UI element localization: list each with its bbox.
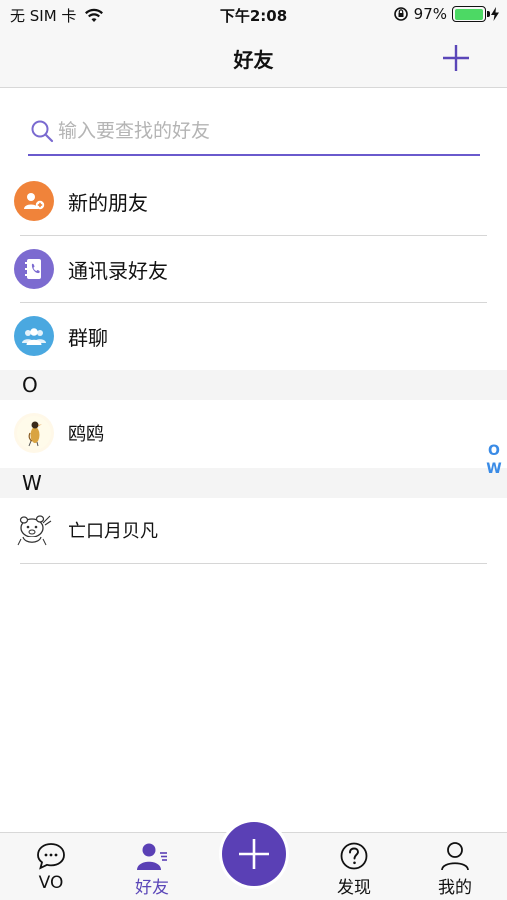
tab-label: VO — [38, 873, 64, 893]
contacts-book-icon — [14, 249, 54, 289]
question-circle-icon — [340, 842, 368, 870]
group-chat-row[interactable]: 群聊 — [0, 303, 507, 369]
search-bar — [28, 108, 480, 156]
divider — [20, 563, 487, 564]
contact-row[interactable]: 亡口月贝凡 — [0, 497, 507, 563]
contact-name: 鸥鸥 — [68, 424, 104, 445]
search-input[interactable] — [58, 120, 458, 142]
section-header-w: W — [0, 468, 507, 498]
plus-icon — [239, 839, 269, 869]
add-user-icon — [14, 181, 54, 221]
friends-icon — [137, 843, 167, 870]
section-header-o: O — [0, 370, 507, 400]
battery-level — [454, 8, 483, 20]
new-friends-row[interactable]: 新的朋友 — [0, 168, 507, 234]
new-friends-label: 新的朋友 — [68, 190, 148, 215]
tab-discover[interactable]: 发现 — [314, 841, 394, 898]
center-add-button[interactable] — [222, 822, 286, 886]
battery-icon — [452, 6, 490, 22]
tab-friends[interactable]: 好友 — [112, 841, 192, 898]
add-friend-plus-icon[interactable] — [441, 43, 471, 73]
group-chat-label: 群聊 — [68, 325, 108, 350]
battery-percent: 97% — [413, 5, 447, 23]
page-title: 好友 — [233, 48, 274, 72]
index-letter-w[interactable]: W — [486, 460, 502, 478]
search-icon — [31, 120, 54, 143]
orientation-lock-icon — [393, 7, 408, 21]
tab-label: 好友 — [135, 878, 169, 898]
chat-bubble-icon — [37, 843, 65, 870]
tab-label: 发现 — [337, 878, 371, 898]
status-bar: 无 SIM 卡 下午2:08 97% — [0, 0, 507, 30]
contacts-friends-label: 通讯录好友 — [68, 258, 168, 283]
person-icon — [441, 842, 469, 871]
group-icon — [14, 316, 54, 356]
nav-bar: 好友 — [0, 30, 507, 88]
status-right: 97% — [393, 5, 499, 23]
contacts-friends-row[interactable]: 通讯录好友 — [0, 236, 507, 302]
sketch-avatar — [14, 510, 54, 550]
contact-row[interactable]: 鸥鸥 — [0, 400, 507, 466]
charging-bolt-icon — [491, 7, 499, 21]
alphabet-index[interactable]: O W — [486, 442, 502, 478]
tab-vo[interactable]: VO — [11, 841, 91, 893]
tab-label: 我的 — [438, 878, 472, 898]
contact-name: 亡口月贝凡 — [68, 521, 158, 542]
tab-mine[interactable]: 我的 — [415, 841, 495, 898]
index-letter-o[interactable]: O — [486, 442, 502, 460]
bird-avatar — [14, 413, 54, 453]
